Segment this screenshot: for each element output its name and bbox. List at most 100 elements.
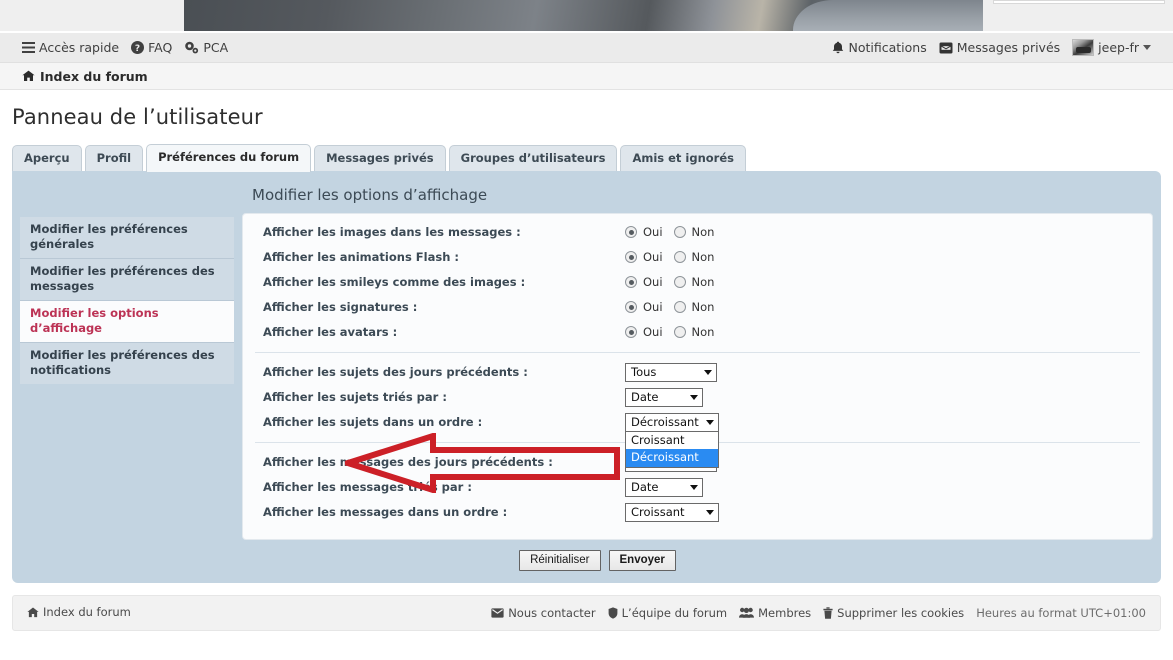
bell-icon [832, 41, 844, 54]
dropdown-option-decroissant[interactable]: Décroissant [626, 449, 718, 467]
ucp-panel: Modifier les options d’affichage Affiche… [242, 179, 1153, 575]
radio-dot-icon [625, 226, 637, 239]
select-messages-tries-par[interactable]: Date [625, 477, 703, 497]
footer-link-label: L’équipe du forum [621, 605, 728, 620]
footer-index-du-forum[interactable]: Index du forum [27, 605, 131, 619]
divider [255, 351, 1140, 353]
tab-groupes-utilisateurs[interactable]: Groupes d’utilisateurs [448, 145, 618, 171]
tab-messages-prives[interactable]: Messages privés [314, 145, 446, 171]
form-actions: Réinitialiser Envoyer [242, 540, 953, 575]
breadcrumb-bar: Index du forum [0, 62, 1173, 90]
footer-supprimer-les-cookies[interactable]: Supprimer les cookies [823, 606, 964, 620]
hamburger-icon [22, 42, 35, 53]
select-sujets-jours-precedents[interactable]: Tous [625, 362, 717, 382]
radio-dot-icon [625, 276, 637, 289]
radio-avatars-non[interactable]: Non [673, 325, 715, 340]
label-animations-flash: Afficher les animations Flash : [263, 250, 459, 265]
dropdown-option-croissant[interactable]: Croissant [626, 432, 718, 449]
nav-item-notifications[interactable]: Notifications [832, 40, 927, 55]
tab-preferences-du-forum[interactable]: Préférences du forum [146, 144, 312, 172]
nav-item-pca[interactable]: PCA [184, 40, 228, 55]
footer-equipe-du-forum[interactable]: L’équipe du forum [608, 605, 728, 620]
control-sujets-jours-precedents: Tous [625, 362, 717, 382]
radio-avatars-non-label: Non [691, 325, 715, 340]
tab-apercu[interactable]: Aperçu [12, 145, 82, 171]
envelope-icon [491, 608, 504, 618]
label-messages-tries-par: Afficher les messages triés par : [263, 480, 472, 495]
radio-smileys-non[interactable]: Non [673, 275, 714, 289]
banner-left-filler [0, 0, 184, 31]
select-sujets-tries-par[interactable]: Date [625, 387, 703, 407]
footer-index-label: Index du forum [43, 605, 131, 620]
user-menu[interactable]: jeep-fr [1072, 39, 1151, 56]
footer-nous-contacter[interactable]: Nous contacter [491, 606, 596, 620]
label-sujets-ordre: Afficher les sujets dans un ordre : [263, 415, 483, 430]
control-sujets-tries-par: Date [625, 387, 703, 407]
form-row-sujets-jours-precedents: Afficher les sujets des jours précédents… [255, 360, 1140, 385]
label-smileys: Afficher les smileys comme des images : [263, 275, 526, 290]
nav-item-faq[interactable]: ? FAQ [131, 40, 172, 55]
radio-dot-icon [673, 326, 686, 339]
label-messages-ordre: Afficher les messages dans un ordre : [263, 505, 508, 520]
form-row-signatures: Afficher les signatures : Oui Non [255, 295, 1140, 320]
chevron-down-icon [706, 419, 714, 425]
reset-button[interactable]: Réinitialiser [519, 549, 601, 571]
radio-avatars-oui-label: Oui [643, 325, 663, 340]
form-row-avatars: Afficher les avatars : Oui Non [255, 320, 1140, 345]
nav-item-acces-rapide[interactable]: Accès rapide [22, 40, 119, 55]
radio-group-flash: Oui Non [625, 250, 714, 264]
radio-avatars-oui[interactable]: Oui [625, 325, 663, 339]
radio-images-non[interactable]: Non [673, 225, 714, 239]
radio-dot-icon [625, 251, 637, 264]
submit-button[interactable]: Envoyer [608, 549, 676, 571]
select-sujets-ordre[interactable]: Décroissant [625, 412, 719, 432]
footer-link-label: Membres [758, 605, 812, 620]
banner-photo [184, 0, 983, 31]
tab-profil[interactable]: Profil [84, 145, 144, 171]
footer-membres[interactable]: Membres [739, 606, 811, 620]
label-signatures: Afficher les signatures : [263, 300, 418, 315]
sidebar-item-preferences-messages[interactable]: Modifier les préférences des messages [20, 258, 234, 301]
form-row-images-dans-messages: Afficher les images dans les messages : … [255, 220, 1140, 245]
ucp-content-wrapper: Modifier les préférences générales Modif… [12, 170, 1161, 583]
page-title: Panneau de l’utilisateur [12, 105, 263, 129]
sidebar-item-preferences-generales[interactable]: Modifier les préférences générales [20, 216, 234, 259]
label-avatars: Afficher les avatars : [263, 325, 398, 340]
footer-right: Nous contacter L’équipe du forum Membres… [491, 606, 1146, 620]
gears-icon [184, 41, 199, 54]
radio-flash-oui[interactable]: Oui [625, 250, 663, 264]
radio-images-oui[interactable]: Oui [625, 225, 663, 239]
select-value: Tous [631, 365, 657, 380]
sidebar-item-preferences-notifications[interactable]: Modifier les préférences des notificatio… [20, 342, 234, 384]
radio-images-oui-label: Oui [643, 225, 663, 240]
label-images-dans-messages: Afficher les images dans les messages : [263, 225, 521, 240]
chevron-down-icon [1143, 45, 1151, 50]
radio-signatures-oui-label: Oui [643, 300, 663, 315]
sidebar-item-options-affichage[interactable]: Modifier les options d’affichage [20, 300, 234, 343]
radio-signatures-oui[interactable]: Oui [625, 300, 663, 314]
nav-item-messages-prives[interactable]: Messages privés [939, 40, 1060, 55]
select-messages-ordre[interactable]: Croissant [625, 502, 719, 522]
breadcrumb-index-du-forum[interactable]: Index du forum [22, 69, 148, 84]
home-icon [27, 607, 39, 618]
svg-text:?: ? [135, 44, 140, 54]
select-sujets-ordre-dropdown[interactable]: Croissant Décroissant [625, 431, 719, 468]
site-footer: Index du forum Nous contacter L’équipe d… [12, 594, 1161, 631]
radio-group-signatures: Oui Non [625, 300, 714, 314]
footer-link-label: Supprimer les cookies [837, 605, 965, 620]
nav-label-messages-prives: Messages privés [956, 40, 1061, 55]
select-value: Décroissant [631, 415, 699, 430]
radio-smileys-oui-label: Oui [643, 275, 663, 290]
radio-smileys-oui[interactable]: Oui [625, 275, 663, 289]
users-icon [739, 607, 755, 619]
tab-amis-et-ignores[interactable]: Amis et ignorés [620, 145, 746, 171]
radio-flash-non[interactable]: Non [673, 250, 715, 265]
nav-label-faq: FAQ [148, 40, 173, 55]
radio-flash-non-label: Non [691, 250, 715, 265]
panel-title: Modifier les options d’affichage [252, 185, 488, 204]
form-row-sujets-tries-par: Afficher les sujets triés par : Date [255, 385, 1140, 410]
quick-nav-bar: Accès rapide ? FAQ PCA Notifications Mes… [0, 32, 1173, 62]
radio-signatures-non[interactable]: Non [673, 300, 714, 314]
nav-label-pca: PCA [203, 40, 229, 55]
footer-left: Index du forum [27, 605, 491, 621]
